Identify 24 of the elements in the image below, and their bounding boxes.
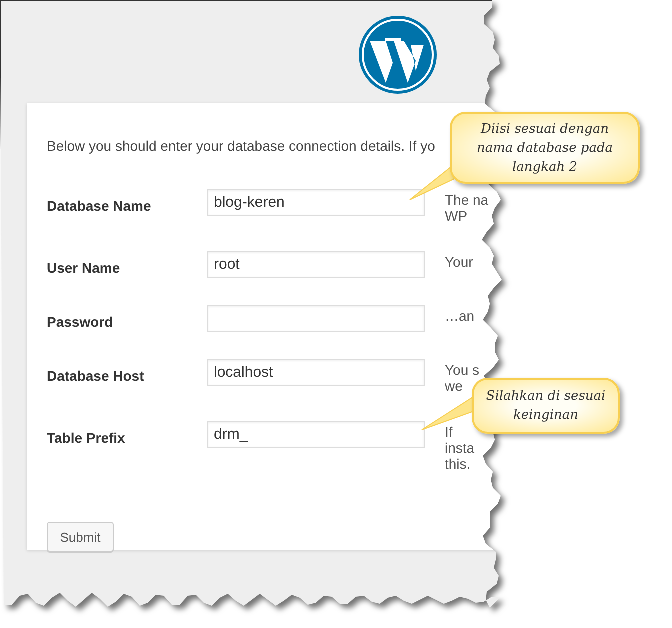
field-label: Password — [47, 313, 114, 331]
input-field[interactable]: localhost — [207, 359, 425, 386]
field-label: Database Name — [47, 197, 152, 215]
input-field[interactable]: drm_ — [207, 421, 425, 448]
field-label: User Name — [47, 259, 120, 277]
submit-button[interactable]: Submit — [47, 522, 114, 552]
callout: Diisi sesuai dengan nama database pada langkah 2 — [450, 112, 640, 184]
intro-text: Below you should enter your database connection details. If yo — [47, 137, 436, 155]
field-description: we — [445, 378, 464, 394]
field-description: WP — [445, 208, 469, 224]
field-description: insta — [445, 440, 475, 456]
field-description: You s — [445, 362, 480, 378]
field-description: The na — [445, 192, 489, 208]
field-description: If — [445, 424, 454, 440]
field-description: this. — [445, 456, 472, 472]
input-field[interactable]: root — [207, 251, 425, 278]
logo-icon — [358, 15, 438, 95]
callout: Silahkan di sesuai keinginan — [472, 378, 620, 434]
input-field[interactable] — [207, 305, 425, 332]
field-description: …an — [445, 308, 475, 324]
input-field[interactable]: blog-keren — [207, 189, 425, 216]
field-label: Database Host — [47, 367, 144, 385]
field-description: Your — [445, 254, 474, 270]
field-label: Table Prefix — [47, 429, 126, 447]
